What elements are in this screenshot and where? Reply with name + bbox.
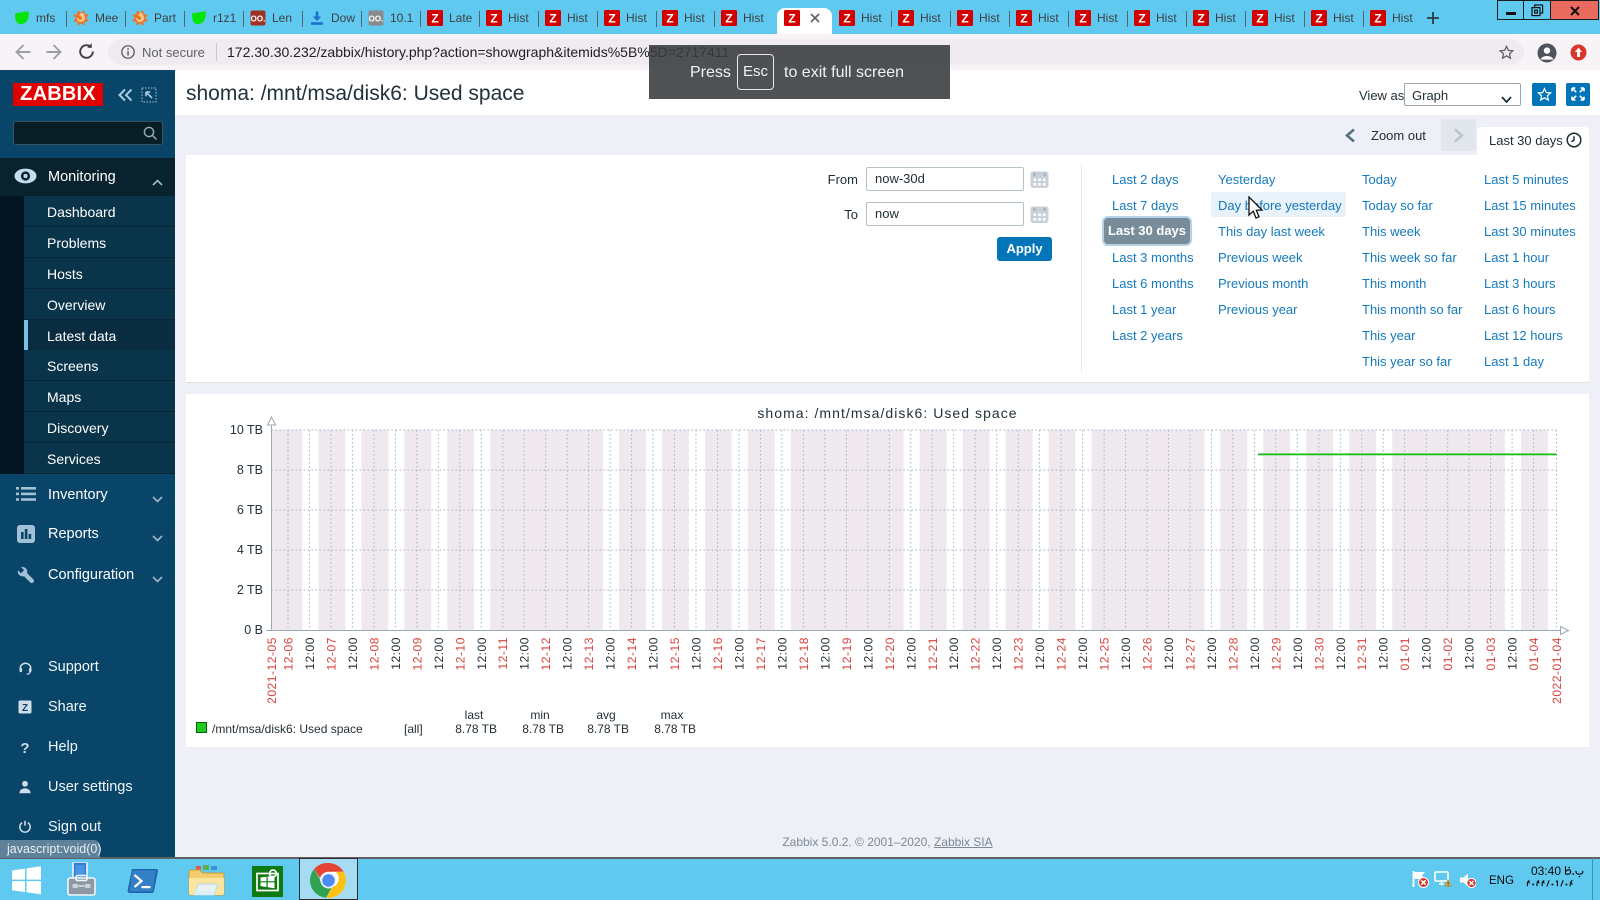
- svg-text:12:00: 12:00: [947, 637, 961, 670]
- svg-text:12:00: 12:00: [1506, 637, 1520, 670]
- svg-text:12:00: 12:00: [818, 637, 832, 670]
- svg-text:?: ?: [20, 740, 29, 756]
- svg-text:Z: Z: [843, 12, 850, 26]
- svg-text:Z: Z: [788, 12, 795, 26]
- svg-text:12:00: 12:00: [861, 637, 875, 670]
- svg-text:2 TB: 2 TB: [237, 583, 263, 597]
- svg-text:Z: Z: [1138, 12, 1145, 26]
- svg-text:12:00: 12:00: [303, 637, 317, 670]
- svg-text:12-24: 12-24: [1055, 637, 1069, 670]
- svg-text:12-09: 12-09: [410, 637, 424, 670]
- svg-text:12-16: 12-16: [711, 637, 725, 670]
- svg-text:OO.: OO.: [369, 15, 384, 24]
- svg-text:Z: Z: [1256, 12, 1263, 26]
- svg-text:12-10: 12-10: [453, 637, 467, 670]
- svg-text:12:00: 12:00: [1291, 637, 1305, 670]
- svg-text:12-19: 12-19: [840, 637, 854, 670]
- svg-text:4 TB: 4 TB: [237, 543, 263, 557]
- svg-text:12-21: 12-21: [926, 637, 940, 670]
- svg-text:12-11: 12-11: [496, 637, 510, 670]
- svg-text:Z: Z: [22, 703, 28, 714]
- svg-text:12-23: 12-23: [1012, 637, 1026, 670]
- svg-text:12:00: 12:00: [475, 637, 489, 670]
- svg-text:OO.: OO.: [251, 15, 266, 24]
- svg-text:12-12: 12-12: [539, 637, 553, 670]
- svg-text:12:00: 12:00: [690, 637, 704, 670]
- svg-text:12-06: 12-06: [282, 637, 296, 670]
- svg-text:Z: Z: [666, 12, 673, 26]
- svg-text:Z: Z: [1374, 12, 1381, 26]
- svg-text:Z: Z: [1197, 12, 1204, 26]
- svg-text:12:00: 12:00: [1033, 637, 1047, 670]
- svg-text:12:00: 12:00: [604, 637, 618, 670]
- svg-text:01-04: 01-04: [1527, 637, 1541, 670]
- svg-text:Z: Z: [1079, 12, 1086, 26]
- svg-text:Z: Z: [1020, 12, 1027, 26]
- svg-text:12-28: 12-28: [1226, 637, 1240, 670]
- svg-text:12:00: 12:00: [647, 637, 661, 670]
- svg-text:12-30: 12-30: [1312, 637, 1326, 670]
- svg-text:12:00: 12:00: [561, 637, 575, 670]
- svg-text:Z: Z: [1315, 12, 1322, 26]
- svg-text:12-13: 12-13: [582, 637, 596, 670]
- svg-text:Z: Z: [961, 12, 968, 26]
- svg-text:12:00: 12:00: [1248, 637, 1262, 670]
- svg-text:0 B: 0 B: [244, 623, 263, 637]
- svg-text:6 TB: 6 TB: [237, 503, 263, 517]
- svg-text:10 TB: 10 TB: [230, 423, 263, 437]
- svg-text:12:00: 12:00: [775, 637, 789, 670]
- svg-text:12-22: 12-22: [969, 637, 983, 670]
- svg-text:12-18: 12-18: [797, 637, 811, 670]
- svg-text:12-14: 12-14: [625, 637, 639, 670]
- svg-text:12:00: 12:00: [1162, 637, 1176, 670]
- svg-text:12:00: 12:00: [733, 637, 747, 670]
- svg-text:Z: Z: [902, 12, 909, 26]
- svg-text:Z: Z: [549, 12, 556, 26]
- svg-text:12:00: 12:00: [1119, 637, 1133, 670]
- svg-text:2021-12-05: 2021-12-05: [265, 637, 279, 704]
- svg-text:Z: Z: [725, 12, 732, 26]
- svg-text:12:00: 12:00: [518, 637, 532, 670]
- svg-text:12:00: 12:00: [904, 637, 918, 670]
- svg-text:01-03: 01-03: [1484, 637, 1498, 670]
- svg-text:12-25: 12-25: [1098, 637, 1112, 670]
- svg-text:Z: Z: [490, 12, 497, 26]
- svg-text:12-31: 12-31: [1355, 637, 1369, 670]
- svg-text:12-29: 12-29: [1269, 637, 1283, 670]
- svg-text:12:00: 12:00: [990, 637, 1004, 670]
- svg-text:8 TB: 8 TB: [237, 463, 263, 477]
- svg-text:12:00: 12:00: [1463, 637, 1477, 670]
- svg-text:01-02: 01-02: [1441, 637, 1455, 670]
- svg-text:12:00: 12:00: [1377, 637, 1391, 670]
- svg-text:12-20: 12-20: [883, 637, 897, 670]
- svg-text:Z: Z: [431, 12, 438, 26]
- svg-text:12-15: 12-15: [668, 637, 682, 670]
- svg-text:12-26: 12-26: [1141, 637, 1155, 670]
- svg-text:03:40: 03:40: [1531, 864, 1561, 878]
- svg-text:12:00: 12:00: [1076, 637, 1090, 670]
- svg-text:Z: Z: [608, 12, 615, 26]
- svg-text:12-27: 12-27: [1184, 637, 1198, 670]
- svg-text:12:00: 12:00: [1420, 637, 1434, 670]
- svg-text:2022-01-04: 2022-01-04: [1550, 637, 1564, 704]
- svg-text:01-01: 01-01: [1398, 637, 1412, 670]
- svg-text:12-17: 12-17: [754, 637, 768, 670]
- svg-text:12:00: 12:00: [432, 637, 446, 670]
- svg-text:12:00: 12:00: [346, 637, 360, 670]
- svg-text:12:00: 12:00: [1205, 637, 1219, 670]
- svg-text:12:00: 12:00: [1334, 637, 1348, 670]
- svg-text:12:00: 12:00: [389, 637, 403, 670]
- svg-text:12-07: 12-07: [324, 637, 338, 670]
- svg-text:12-08: 12-08: [367, 637, 381, 670]
